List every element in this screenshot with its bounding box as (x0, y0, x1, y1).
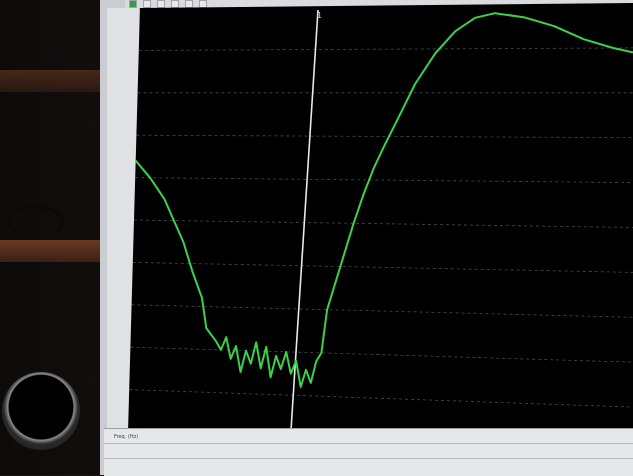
spectrum-plot: 1 (128, 3, 633, 452)
status-row: Freq. (Hz) (104, 429, 633, 444)
marker-label: 1 (317, 11, 322, 20)
status-row (104, 459, 633, 473)
status-row (104, 444, 633, 459)
status-freq-label: Freq. (Hz) (114, 434, 139, 440)
status-bar: Freq. (Hz) (104, 428, 633, 476)
plot-area[interactable] (128, 3, 633, 452)
